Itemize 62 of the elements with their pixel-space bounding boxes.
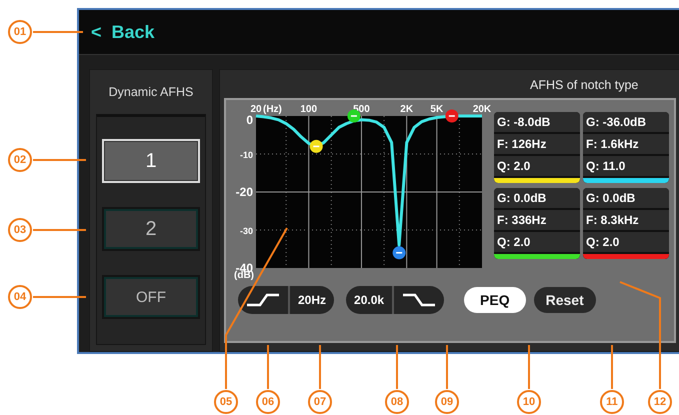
frequency-value: F: 8.3kHz: [583, 210, 669, 230]
gain-value: G: -8.0dB: [494, 112, 580, 132]
frequency-value: F: 1.6kHz: [583, 134, 669, 154]
callout-number: 10: [517, 390, 541, 414]
mode-button[interactable]: 1: [102, 139, 200, 183]
leader-line: [33, 159, 86, 161]
leader-line: [611, 345, 613, 389]
q-value: Q: 2.0: [583, 232, 669, 252]
leader-line: [528, 345, 530, 389]
leader-line: [33, 31, 83, 33]
axis-title: (Hz): [263, 104, 282, 115]
panel-title: AFHS of notch type: [530, 77, 638, 94]
callout-number: 03: [8, 218, 32, 242]
band-card[interactable]: G: 0.0dB F: 336Hz Q: 2.0: [494, 188, 580, 259]
axis-tick-label: 20K: [472, 104, 492, 115]
axis-tick-label: -30: [240, 226, 253, 236]
callout-number: 07: [308, 390, 332, 414]
panel-title: Dynamic AFHS: [108, 84, 194, 101]
reset-button[interactable]: Reset: [534, 287, 596, 313]
axis-tick-label: -20: [236, 185, 253, 199]
high-cut-frequency[interactable]: 20.0k: [346, 286, 392, 314]
filter-handle[interactable]: [445, 110, 458, 122]
q-value: Q: 2.0: [494, 232, 580, 252]
leader-line: [446, 345, 448, 389]
callout-number: 11: [600, 390, 624, 414]
callout-number: 01: [8, 20, 32, 44]
callout-number: 05: [214, 390, 238, 414]
high-pass-slope-icon: [246, 293, 280, 307]
filter-handle[interactable]: [310, 140, 323, 153]
callout-number: 12: [648, 390, 672, 414]
callout-number: 04: [8, 285, 32, 309]
band-card[interactable]: G: -8.0dB F: 126Hz Q: 2.0: [494, 112, 580, 183]
q-value: Q: 2.0: [494, 156, 580, 176]
band-card[interactable]: G: -36.0dB F: 1.6kHz Q: 11.0: [583, 112, 669, 183]
frequency-value: F: 126Hz: [494, 134, 580, 154]
low-cut-frequency[interactable]: 20Hz: [288, 286, 334, 314]
callout-number: 06: [256, 390, 280, 414]
axis-tick-label: 20: [250, 104, 262, 115]
frequency-value: F: 336Hz: [494, 210, 580, 230]
leader-line: [319, 345, 321, 389]
callout-number: 02: [8, 148, 32, 172]
mode-button[interactable]: 2: [102, 207, 200, 251]
filter-handle[interactable]: [392, 246, 406, 260]
peq-button[interactable]: PEQ: [464, 287, 526, 313]
callout-number: 08: [385, 390, 409, 414]
low-pass-slope-icon: [402, 293, 436, 307]
axis-tick-label: 100: [300, 104, 318, 115]
axis-tick-label: 0: [246, 113, 253, 127]
q-value: Q: 11.0: [583, 156, 669, 176]
back-button[interactable]: < Back: [85, 20, 161, 44]
axis-tick-label: 5K: [430, 104, 444, 115]
axis-tick-label: 2K: [400, 104, 414, 115]
gain-value: G: 0.0dB: [494, 188, 580, 208]
leader-line: [33, 229, 86, 231]
gain-value: G: -36.0dB: [583, 112, 669, 132]
leader-line: [396, 345, 398, 389]
band-card[interactable]: G: 0.0dB F: 8.3kHz Q: 2.0: [583, 188, 669, 259]
axis-tick-label: -10: [240, 150, 253, 160]
callout-number: 09: [435, 390, 459, 414]
mode-button[interactable]: OFF: [102, 275, 200, 319]
gain-value: G: 0.0dB: [583, 188, 669, 208]
leader-line: [33, 296, 86, 298]
